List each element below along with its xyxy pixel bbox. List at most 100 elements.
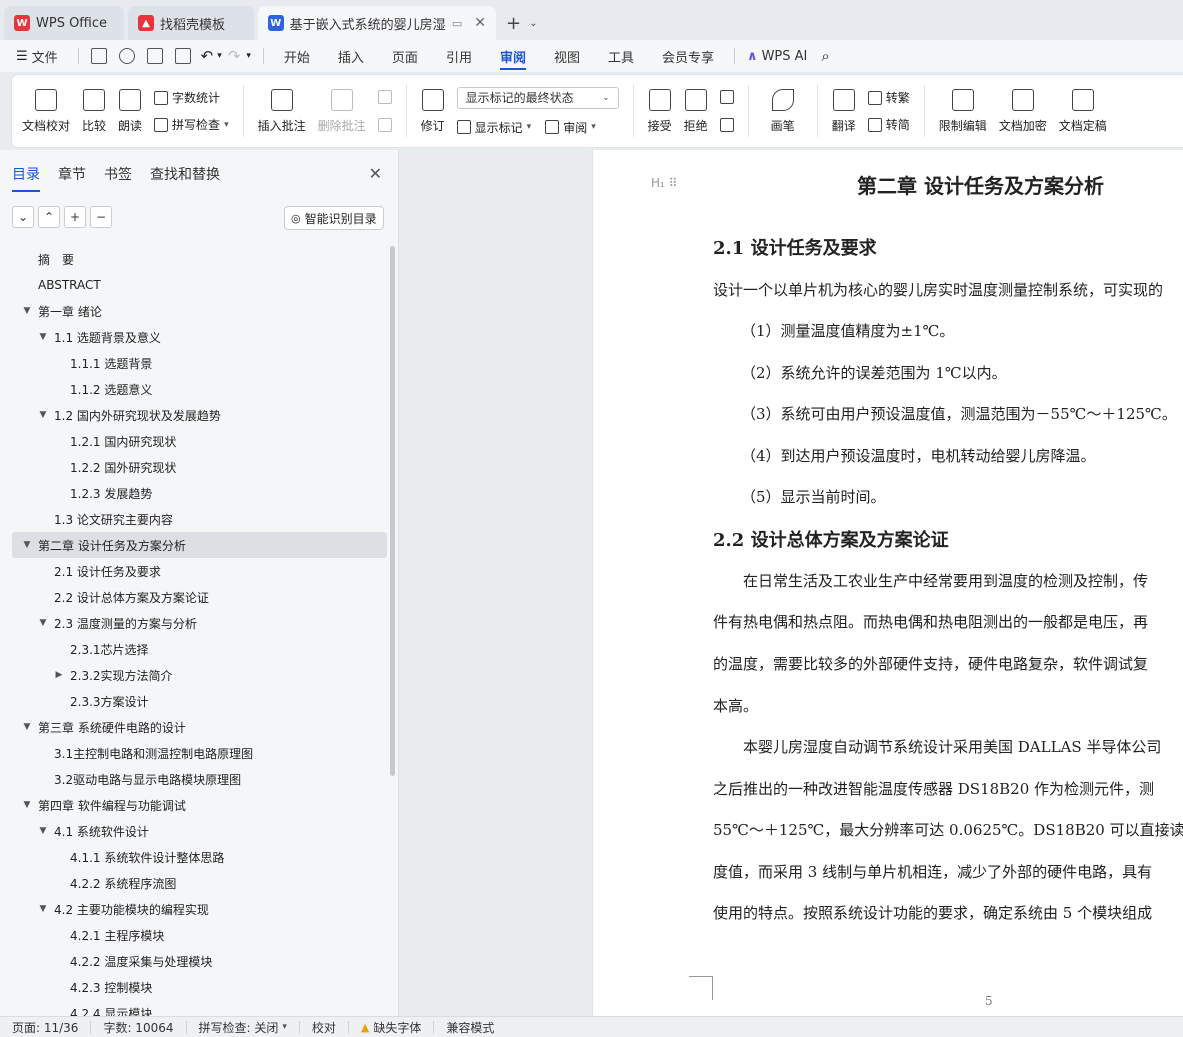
link-icon[interactable] (118, 48, 135, 64)
to-traditional-button[interactable]: 转繁 (867, 89, 910, 106)
read-aloud-button[interactable]: 朗读 (112, 88, 148, 134)
review-pane-button[interactable]: 审阅 ▾ (545, 119, 596, 136)
translate-button[interactable]: 翻译 (826, 88, 862, 134)
print-icon[interactable] (146, 48, 163, 64)
tab-docer-templates[interactable]: ▲ 找稻壳模板 (128, 6, 254, 40)
toc-item[interactable]: 3.1主控制电路和测温控制电路原理图 (12, 740, 387, 766)
add-heading-icon[interactable]: + (64, 206, 86, 228)
toc-item[interactable]: 3.2驱动电路与显示电路模块原理图 (12, 766, 387, 792)
tab-current-document[interactable]: W 基于嵌入式系统的婴儿房湿度自 ▭ ✕ (258, 6, 496, 40)
close-icon[interactable]: ✕ (369, 164, 382, 183)
doc-check-button[interactable]: 文档校对 (16, 88, 76, 134)
insert-comment-button[interactable]: 插入批注 (252, 88, 312, 134)
doc-finalize-button[interactable]: 文档定稿 (1053, 88, 1113, 134)
collapse-arrow-icon[interactable]: ▼ (22, 306, 32, 316)
accept-button[interactable]: 接受 (642, 88, 678, 134)
previous-change-icon[interactable] (719, 90, 734, 104)
track-changes-button[interactable]: 修订 (415, 88, 451, 134)
menu-file[interactable]: 文件 (28, 40, 72, 72)
collapse-arrow-icon[interactable]: ▼ (38, 618, 48, 628)
heading-marker[interactable]: H₁ ⠿ (651, 176, 677, 190)
to-simplified-button[interactable]: 转简 (867, 116, 910, 133)
menu-insert[interactable]: 插入 (324, 40, 378, 72)
menu-references[interactable]: 引用 (432, 40, 486, 72)
toc-item[interactable]: 4.2.1 主程序模块 (12, 922, 387, 948)
toc-scrollbar[interactable] (390, 246, 395, 776)
next-comment-icon[interactable] (377, 118, 392, 132)
toc-item[interactable]: ▼ 4.2 主要功能模块的编程实现 (12, 896, 387, 922)
toc-item[interactable]: ▼ 1.2 国内外研究现状及发展趋势 (12, 402, 387, 428)
nav-tab-bookmarks[interactable]: 书签 (104, 164, 132, 192)
close-icon[interactable]: ✕ (474, 15, 486, 31)
toc-item[interactable]: 4.2.2 系统程序流图 (12, 870, 387, 896)
spell-check-status[interactable]: 拼写检查: 关闭 ▾ (187, 1020, 300, 1035)
collapse-arrow-icon[interactable]: ▼ (38, 904, 48, 914)
show-markup-button[interactable]: 显示标记 ▾ (456, 119, 531, 136)
redo-icon[interactable]: ↷ (228, 47, 241, 65)
collapse-down-icon[interactable]: ⌄ (12, 206, 34, 228)
collapse-arrow-icon[interactable]: ▼ (22, 540, 32, 550)
delete-comment-button[interactable]: 删除批注 (312, 88, 372, 134)
menu-member[interactable]: 会员专享 (648, 40, 728, 72)
toc-item[interactable]: 1.1.2 选题意义 (12, 376, 387, 402)
toc-item[interactable]: 2.1 设计任务及要求 (12, 558, 387, 584)
markup-state-select[interactable]: 显示标记的最终状态 ⌄ (456, 86, 619, 109)
toc-item[interactable]: ▼ 1.1 选题背景及意义 (12, 324, 387, 350)
toc-item[interactable]: ▶ 2.3.2实现方法简介 (12, 662, 387, 688)
expand-arrow-icon[interactable]: ▶ (54, 670, 64, 680)
menu-view[interactable]: 视图 (540, 40, 594, 72)
toc-item[interactable]: ▼ 2.3 温度测量的方案与分析 (12, 610, 387, 636)
toc-item[interactable]: ▼ 第四章 软件编程与功能调试 (12, 792, 387, 818)
proofread-status[interactable]: 校对 (300, 1020, 349, 1035)
menu-home[interactable]: 开始 (270, 40, 324, 72)
restrict-edit-button[interactable]: 限制编辑 (933, 88, 993, 134)
toc-item[interactable]: 4.2.2 温度采集与处理模块 (12, 948, 387, 974)
toc-item[interactable]: 1.1.1 选题背景 (12, 350, 387, 376)
toc-item[interactable]: 1.3 论文研究主要内容 (12, 506, 387, 532)
chevron-down-icon[interactable]: ▾ (217, 51, 222, 61)
word-count-indicator[interactable]: 字数: 10064 (91, 1020, 187, 1035)
remove-heading-icon[interactable]: − (90, 206, 112, 228)
chevron-down-icon[interactable]: ▾ (246, 51, 251, 61)
menu-wps-ai[interactable]: WPS AI (758, 40, 822, 72)
print-preview-icon[interactable] (174, 48, 191, 64)
save-icon[interactable] (90, 48, 107, 64)
nav-tab-find-replace[interactable]: 查找和替换 (150, 164, 220, 192)
collapse-arrow-icon[interactable]: ▼ (22, 722, 32, 732)
toc-item[interactable]: 摘 要 (12, 246, 387, 272)
menu-review[interactable]: 审阅 (486, 40, 540, 72)
new-tab-icon[interactable]: + (506, 13, 521, 34)
hamburger-icon[interactable]: ☰ (16, 49, 28, 64)
collapse-arrow-icon[interactable]: ▼ (22, 800, 32, 810)
toc-item[interactable]: 2.3.1芯片选择 (12, 636, 387, 662)
tab-wps-office[interactable]: W WPS Office (4, 6, 124, 40)
toc-item[interactable]: ▼ 第二章 设计任务及方案分析 (12, 532, 387, 558)
collapse-arrow-icon[interactable]: ▼ (38, 826, 48, 836)
undo-icon[interactable]: ↶ (201, 47, 214, 65)
toc-item[interactable]: 4.1.1 系统软件设计整体思路 (12, 844, 387, 870)
missing-font-status[interactable]: ▲ 缺失字体 (349, 1020, 435, 1035)
nav-tab-sections[interactable]: 章节 (58, 164, 86, 192)
nav-tab-toc[interactable]: 目录 (12, 164, 40, 192)
next-change-icon[interactable] (719, 118, 734, 132)
expand-up-icon[interactable]: ⌃ (38, 206, 60, 228)
compare-button[interactable]: 比较 (76, 88, 112, 134)
toc-item[interactable]: 1.2.1 国内研究现状 (12, 428, 387, 454)
page-indicator[interactable]: 页面: 11/36 (0, 1020, 92, 1035)
collapse-arrow-icon[interactable]: ▼ (38, 410, 48, 420)
toc-item[interactable]: ABSTRACT (12, 272, 387, 298)
collapse-arrow-icon[interactable]: ▼ (38, 332, 48, 342)
toc-item[interactable]: ▼ 4.1 系统软件设计 (12, 818, 387, 844)
previous-comment-icon[interactable] (377, 90, 392, 104)
document-page[interactable]: H₁ ⠿ 第二章 设计任务及方案分析 2.1 设计任务及要求 设计一个以单片机为… (593, 150, 1183, 1016)
toc-item[interactable]: 2.2 设计总体方案及方案论证 (12, 584, 387, 610)
menu-tools[interactable]: 工具 (594, 40, 648, 72)
smart-toc-button[interactable]: ◎ 智能识别目录 (284, 206, 384, 230)
reject-button[interactable]: 拒绝 (678, 88, 714, 134)
toc-item[interactable]: 1.2.2 国外研究现状 (12, 454, 387, 480)
toc-item[interactable]: 2.3.3方案设计 (12, 688, 387, 714)
menu-page[interactable]: 页面 (378, 40, 432, 72)
toc-item[interactable]: 1.2.3 发展趋势 (12, 480, 387, 506)
doc-encrypt-button[interactable]: 文档加密 (993, 88, 1053, 134)
toc-item[interactable]: 4.2.3 控制模块 (12, 974, 387, 1000)
